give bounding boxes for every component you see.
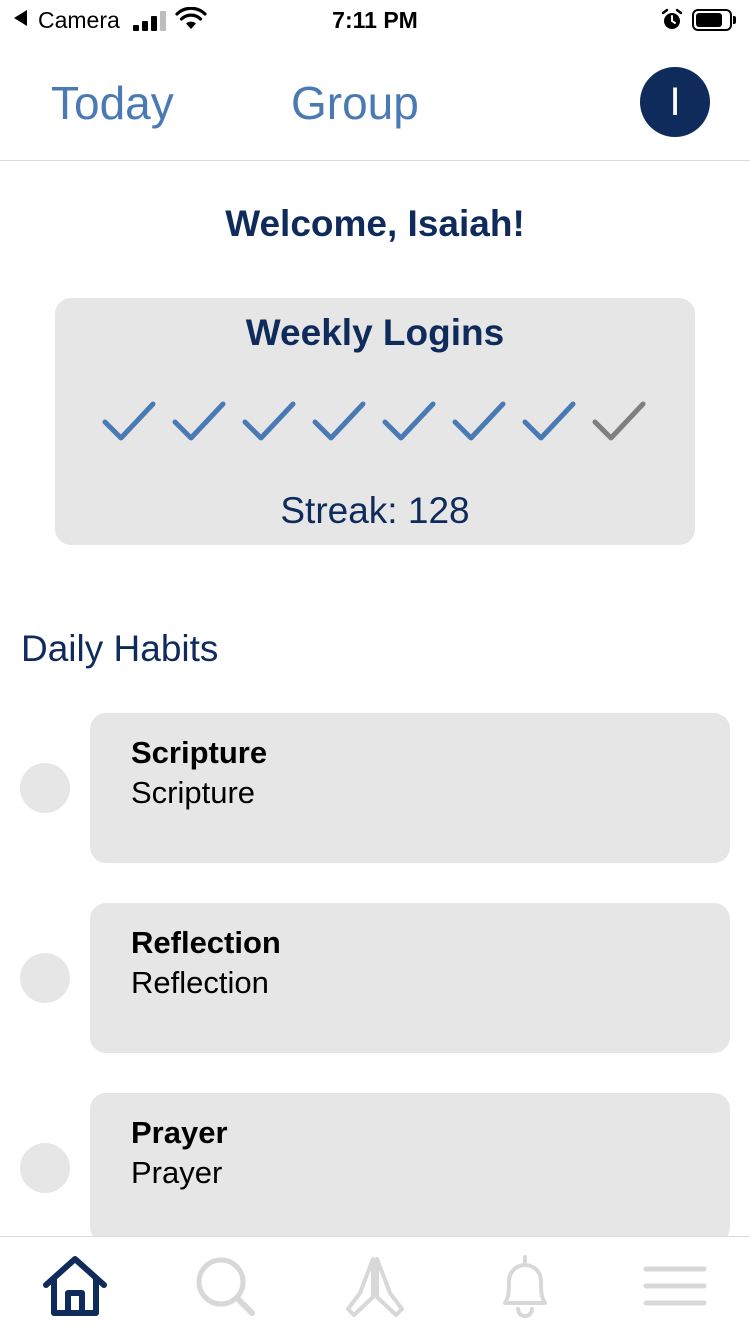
habit-row-scripture: Scripture Scripture: [0, 713, 750, 863]
streak-text: Streak: 128: [280, 490, 470, 531]
habit-checkbox[interactable]: [20, 1143, 70, 1193]
check-icon-checked: [172, 401, 226, 441]
weekly-checks: [101, 398, 661, 446]
habit-row-prayer: Prayer Prayer: [0, 1093, 750, 1243]
habit-subtitle: Prayer: [131, 1155, 223, 1190]
check-icon-checked: [312, 401, 366, 441]
habit-title: Reflection: [131, 925, 281, 960]
search-icon[interactable]: [190, 1253, 260, 1319]
weekly-logins-title: Weekly Logins: [245, 312, 505, 353]
status-bar: Camera 7:11 PM: [0, 0, 750, 40]
habit-subtitle: Reflection: [131, 965, 269, 1000]
habit-card[interactable]: Prayer Prayer: [90, 1093, 730, 1243]
habit-card[interactable]: Scripture Scripture: [90, 713, 730, 863]
habit-title: Scripture: [131, 735, 268, 770]
habit-card[interactable]: Reflection Reflection: [90, 903, 730, 1053]
habit-title: Prayer: [131, 1115, 228, 1150]
daily-habits-title: Daily Habits: [21, 628, 219, 669]
bell-icon[interactable]: [490, 1253, 560, 1319]
alarm-icon: [661, 8, 683, 29]
avatar[interactable]: I: [640, 67, 710, 137]
check-icon-checked: [522, 401, 576, 441]
welcome-heading: Welcome, Isaiah!: [225, 203, 525, 244]
praying-hands-icon[interactable]: [340, 1253, 410, 1319]
habit-subtitle: Scripture: [131, 775, 256, 810]
check-icon-checked: [382, 401, 436, 441]
menu-icon[interactable]: [640, 1253, 710, 1319]
bottom-nav: [0, 1236, 750, 1334]
weekly-logins-card: Weekly Logins Streak: 128: [55, 298, 695, 545]
check-icon-checked: [452, 401, 506, 441]
tab-today[interactable]: Today: [51, 76, 174, 130]
status-time: 7:11 PM: [332, 7, 418, 33]
check-icon-checked: [242, 401, 296, 441]
check-icon-checked: [102, 401, 156, 441]
check-icon-unchecked: [592, 401, 646, 441]
tab-group[interactable]: Group: [291, 76, 419, 130]
battery-icon: [692, 9, 736, 31]
top-header: Today Group I: [0, 40, 750, 161]
home-icon[interactable]: [40, 1253, 110, 1319]
habit-checkbox[interactable]: [20, 953, 70, 1003]
habit-row-reflection: Reflection Reflection: [0, 903, 750, 1053]
habit-checkbox[interactable]: [20, 763, 70, 813]
